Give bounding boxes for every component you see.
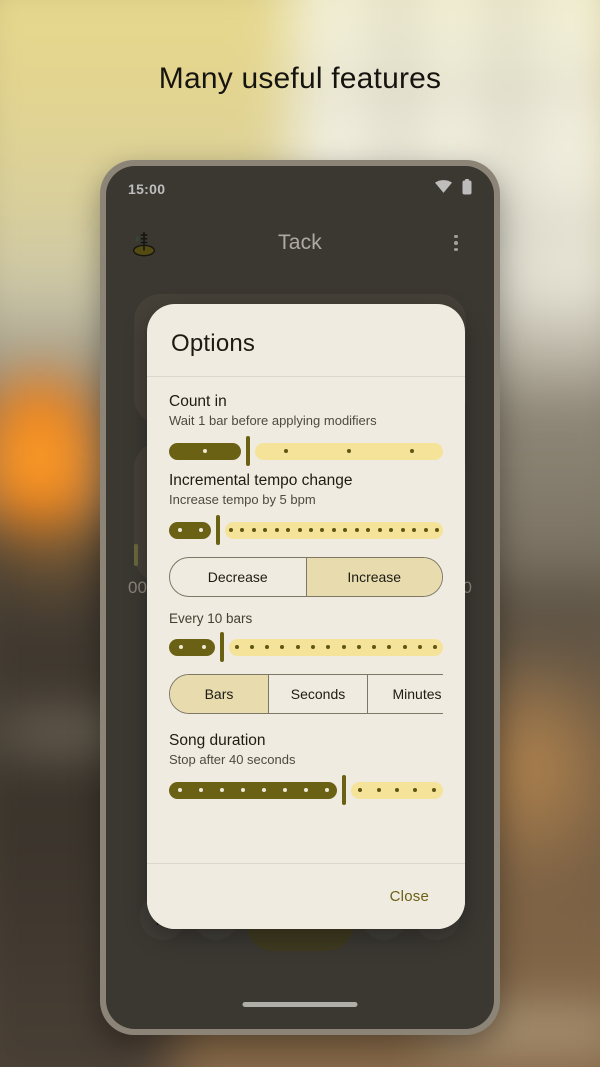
page-title: Many useful features bbox=[158, 62, 442, 95]
options-dialog: Options Count in Wait 1 bar before apply… bbox=[147, 304, 465, 929]
slider-song-duration[interactable] bbox=[169, 773, 443, 807]
slider-fill-track bbox=[169, 638, 215, 656]
dialog-body[interactable]: Count in Wait 1 bar before applying modi… bbox=[147, 377, 465, 863]
option-incremental-tempo: Incremental tempo change Increase tempo … bbox=[169, 472, 443, 597]
slider-rest-track bbox=[225, 521, 443, 539]
slider-every-bars[interactable] bbox=[169, 630, 443, 664]
option-subtitle: Wait 1 bar before applying modifiers bbox=[169, 413, 377, 428]
slider-handle[interactable] bbox=[216, 515, 220, 545]
option-subtitle: Increase tempo by 5 bpm bbox=[169, 492, 316, 507]
segmented-duration-unit[interactable]: Bars Seconds Minutes bbox=[169, 674, 443, 714]
segment-seconds[interactable]: Seconds bbox=[269, 675, 368, 713]
slider-handle[interactable] bbox=[342, 775, 346, 805]
slider-handle[interactable] bbox=[246, 436, 250, 466]
slider-rest-track bbox=[229, 638, 443, 656]
slider-handle[interactable] bbox=[220, 632, 224, 662]
option-count-in: Count in Wait 1 bar before applying modi… bbox=[169, 393, 443, 468]
slider-rest-track bbox=[255, 442, 443, 460]
close-button[interactable]: Close bbox=[380, 880, 439, 913]
slider-incremental-tempo[interactable] bbox=[169, 513, 443, 547]
dialog-footer: Close bbox=[147, 863, 465, 929]
slider-count-in[interactable] bbox=[169, 434, 443, 468]
segment-decrease[interactable]: Decrease bbox=[170, 558, 307, 596]
phone-screen: 15:00 Tack 00 Options Count in Wait 1 ba… bbox=[106, 166, 494, 1029]
option-title: Song duration bbox=[169, 732, 266, 749]
slider-rest-track bbox=[351, 781, 443, 799]
option-title: Incremental tempo change bbox=[169, 472, 353, 489]
slider-fill-track bbox=[169, 521, 211, 539]
segment-bars[interactable]: Bars bbox=[170, 675, 269, 713]
option-title: Count in bbox=[169, 393, 227, 410]
option-song-duration: Song duration Stop after 40 seconds bbox=[169, 732, 443, 807]
dialog-header: Options bbox=[147, 304, 465, 377]
phone-frame: 15:00 Tack 00 Options Count in Wait 1 ba… bbox=[100, 160, 500, 1035]
option-title: Every 10 bars bbox=[169, 611, 253, 626]
segment-minutes[interactable]: Minutes bbox=[368, 675, 443, 713]
slider-fill-track bbox=[169, 781, 337, 799]
segment-increase[interactable]: Increase bbox=[306, 558, 442, 596]
option-subtitle: Stop after 40 seconds bbox=[169, 752, 296, 767]
option-every-bars: Every 10 bars Bars Seconds Minutes bbox=[169, 611, 443, 728]
dialog-title: Options bbox=[171, 330, 256, 357]
slider-fill-track bbox=[169, 442, 241, 460]
segmented-tempo-direction[interactable]: Decrease Increase bbox=[169, 557, 443, 597]
